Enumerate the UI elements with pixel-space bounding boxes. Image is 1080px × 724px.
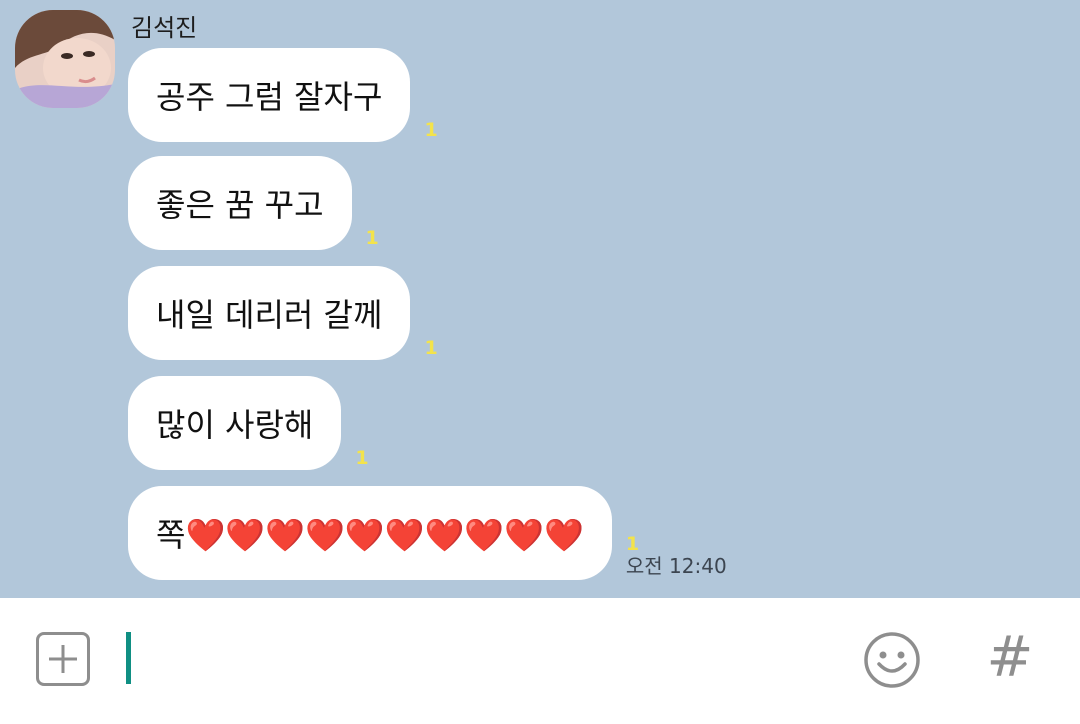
smiley-face-icon [864,632,920,688]
message-bubble[interactable]: 내일 데리러 갈께 [128,266,411,360]
message-meta: 1 [355,448,368,470]
unread-count: 1 [365,227,379,249]
plus-icon [49,645,77,673]
message-meta: 1 [424,120,437,142]
hashtag-search-button[interactable]: # [984,628,1036,688]
message-meta: 1 [366,228,379,250]
unread-count: 1 [424,337,438,359]
message-bubble[interactable]: 쪽❤️❤️❤️❤️❤️❤️❤️❤️❤️❤️ [128,486,612,580]
text-cursor [126,632,131,684]
sender-avatar[interactable] [15,10,115,108]
message-bubble[interactable]: 공주 그럼 잘자구 [128,48,411,142]
emoji-button[interactable] [862,630,922,690]
message-row: 좋은 꿈 꾸고 1 [128,156,379,250]
sender-name: 김석진 [131,14,198,42]
message-bubble[interactable]: 많이 사랑해 [128,376,342,470]
message-bubble[interactable]: 좋은 꿈 꾸고 [128,156,352,250]
message-row: 공주 그럼 잘자구 1 [128,48,438,142]
message-meta: 1 [424,338,437,360]
avatar-photo [15,10,115,108]
message-input[interactable] [120,628,824,690]
message-timestamp: 오전 12:40 [625,554,727,578]
chat-area[interactable]: 김석진 공주 그럼 잘자구 1 좋은 꿈 꾸고 1 내일 데리러 갈께 1 많이… [0,0,1080,598]
unread-count: 1 [424,119,438,141]
message-row: 내일 데리러 갈께 1 [128,266,438,360]
message-row: 많이 사랑해 1 [128,376,369,470]
unread-count: 1 [625,533,640,555]
message-input-bar: # [0,598,1080,724]
attach-plus-button[interactable] [36,632,90,686]
unread-count: 1 [355,447,369,469]
message-meta: 1 오전 12:40 [626,534,727,580]
message-row: 쪽❤️❤️❤️❤️❤️❤️❤️❤️❤️❤️ 1 오전 12:40 [128,486,727,580]
